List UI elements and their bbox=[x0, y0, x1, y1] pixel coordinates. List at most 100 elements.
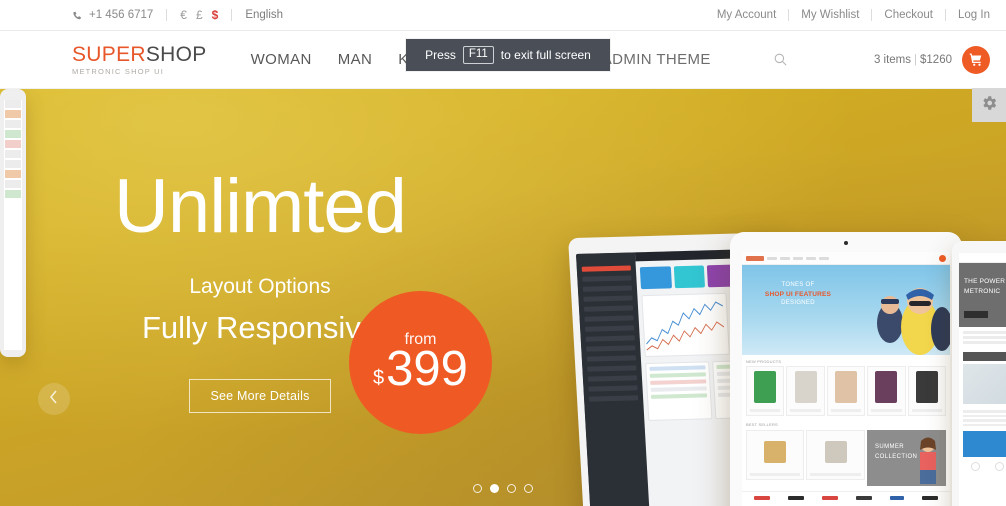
language-selector[interactable]: English bbox=[245, 9, 283, 21]
shop-logo bbox=[746, 255, 764, 261]
text-line bbox=[963, 341, 1006, 344]
nav-item-woman[interactable]: WOMAN bbox=[251, 51, 312, 68]
phone-icon bbox=[72, 11, 83, 22]
link-my-wishlist[interactable]: My Wishlist bbox=[801, 9, 859, 21]
metronic-hero-line1: THE POWER OF bbox=[964, 278, 1006, 285]
shop-new-products-section: NEW PRODUCTS bbox=[742, 355, 950, 418]
site-logo[interactable]: SUPERSHOP METRONIC SHOP UI bbox=[72, 44, 207, 76]
metronic-feature-row bbox=[959, 327, 1006, 350]
product-card bbox=[907, 366, 947, 416]
sidebar-row bbox=[582, 275, 632, 282]
link-log-in[interactable]: Log In bbox=[958, 9, 990, 21]
shop-hero-banner: TONES OF SHOP UI FEATURES DESIGNED bbox=[742, 265, 950, 355]
carousel-pagination bbox=[0, 484, 1006, 493]
product-card bbox=[746, 366, 785, 416]
sidebar-row bbox=[588, 385, 639, 392]
shop-nav-item bbox=[767, 256, 777, 260]
shop-nav-item bbox=[819, 256, 829, 260]
sidebar-row bbox=[582, 285, 633, 292]
nav-item-admin-theme[interactable]: ADMIN THEME bbox=[602, 51, 711, 68]
sidebar-row bbox=[587, 375, 638, 382]
cart-text: 3 items | $1260 bbox=[874, 54, 952, 66]
device-metronic-tablet: THE POWER OF METRONIC bbox=[952, 241, 1006, 506]
phone-number: +1 456 6717 bbox=[89, 9, 154, 21]
brand-logo bbox=[754, 496, 770, 500]
carousel-dot-2[interactable] bbox=[490, 484, 499, 493]
product-label bbox=[750, 409, 781, 412]
section-title: NEW PRODUCTS bbox=[746, 359, 782, 364]
sidebar-row bbox=[588, 395, 639, 402]
divider bbox=[788, 9, 790, 21]
logo-tagline: METRONIC SHOP UI bbox=[72, 66, 164, 76]
sidebar-row bbox=[585, 325, 635, 332]
shop-hero-text: TONES OF SHOP UI FEATURES DESIGNED bbox=[752, 281, 844, 308]
price-badge-value: 399 bbox=[386, 342, 468, 396]
gear-icon bbox=[980, 94, 998, 117]
brand-logo bbox=[890, 496, 904, 500]
product-card bbox=[867, 366, 906, 416]
price-badge: from $399 bbox=[349, 291, 492, 434]
fullscreen-key-badge: F11 bbox=[462, 46, 494, 64]
metronic-band bbox=[963, 352, 1006, 361]
text-line bbox=[963, 331, 1006, 334]
list-panel bbox=[645, 361, 713, 421]
shop-hero-line1: TONES OF bbox=[781, 282, 815, 288]
sidebar-row bbox=[586, 355, 637, 362]
best-sellers-row: SUMMER COLLECTION bbox=[746, 430, 946, 486]
cart-divider: | bbox=[914, 53, 918, 66]
metronic-hero-button bbox=[964, 311, 988, 318]
brand-logo bbox=[822, 496, 838, 500]
shop-screen: TONES OF SHOP UI FEATURES DESIGNED NEW P… bbox=[742, 252, 950, 506]
hero-headline: Unlimted bbox=[114, 164, 407, 249]
product-label bbox=[911, 409, 943, 412]
price-badge-currency: $ bbox=[373, 367, 385, 389]
shop-nav-item bbox=[806, 256, 816, 260]
link-my-account[interactable]: My Account bbox=[717, 9, 776, 21]
shop-hero-line3: DESIGNED bbox=[781, 300, 815, 307]
sidebar-row bbox=[583, 295, 634, 302]
price-badge-from: from bbox=[404, 331, 437, 348]
stat-tile bbox=[640, 266, 672, 290]
see-more-details-button[interactable]: See More Details bbox=[189, 379, 331, 413]
carousel-dot-1[interactable] bbox=[473, 484, 482, 493]
currency-eur[interactable]: € bbox=[180, 8, 187, 22]
product-card bbox=[746, 430, 805, 480]
currency-switcher[interactable]: € £ $ bbox=[180, 8, 218, 22]
product-label bbox=[750, 473, 801, 476]
currency-usd[interactable]: $ bbox=[212, 8, 219, 22]
metronic-hero: THE POWER OF METRONIC bbox=[959, 263, 1006, 327]
product-image bbox=[915, 371, 938, 403]
sidebar-row bbox=[584, 315, 635, 322]
section-title: BEST SELLERS bbox=[746, 422, 778, 427]
carousel-prev-button[interactable] bbox=[38, 383, 70, 415]
stat-tile bbox=[673, 265, 706, 289]
nav-item-man[interactable]: MAN bbox=[338, 51, 373, 68]
camera-dot bbox=[844, 241, 848, 245]
currency-gbp[interactable]: £ bbox=[196, 8, 203, 22]
shopping-cart-icon[interactable] bbox=[962, 45, 990, 74]
utility-topbar: +1 456 6717 € £ $ English My Account My … bbox=[0, 0, 1006, 31]
promo-line2: COLLECTION bbox=[874, 454, 918, 461]
metronic-paragraph bbox=[959, 407, 1006, 431]
search-icon[interactable] bbox=[773, 52, 788, 67]
shop-hero-models bbox=[877, 288, 950, 355]
theme-settings-button[interactable] bbox=[972, 88, 1006, 122]
carousel-dot-3[interactable] bbox=[507, 484, 516, 493]
cart-item-count: 3 items bbox=[873, 53, 912, 66]
shop-nav-item bbox=[780, 256, 790, 260]
sidebar-row bbox=[587, 365, 637, 372]
link-checkout[interactable]: Checkout bbox=[884, 9, 933, 21]
cart-summary[interactable]: 3 items | $1260 bbox=[874, 45, 990, 74]
promo-line1: SUMMER bbox=[874, 444, 905, 450]
logo-primary-text: SUPER bbox=[72, 42, 146, 66]
carousel-dot-4[interactable] bbox=[524, 484, 533, 493]
product-label bbox=[830, 409, 862, 412]
product-image bbox=[875, 371, 898, 403]
promo-banner: SUMMER COLLECTION bbox=[866, 430, 946, 486]
promo-text: SUMMER COLLECTION bbox=[875, 442, 917, 462]
product-card bbox=[826, 366, 866, 416]
browser-page: +1 456 6717 € £ $ English My Account My … bbox=[0, 0, 1006, 506]
list-line bbox=[651, 393, 708, 399]
product-label bbox=[810, 473, 861, 476]
sidebar-row bbox=[586, 345, 636, 352]
